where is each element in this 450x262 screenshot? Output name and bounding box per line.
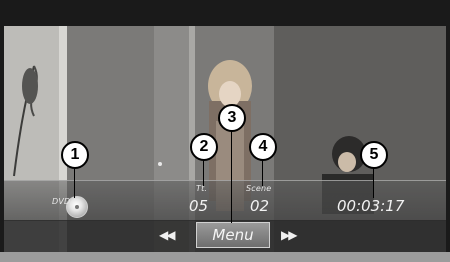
menu-button[interactable]: Menu (196, 222, 270, 248)
elapsed-time: 00:03:17 (337, 197, 405, 215)
bottom-strip (0, 252, 450, 262)
callout-5: 5 (360, 141, 388, 169)
screen-frame: DVD Tt. 05 Scene 02 00:03:17 ◀◀ Menu ▶▶ (0, 0, 450, 262)
callout-5-leader (373, 168, 374, 198)
callout-4: 4 (249, 133, 277, 161)
disc-type-label: DVD (52, 197, 71, 206)
callout-2: 2 (190, 133, 218, 161)
skip-forward-icon[interactable]: ▶▶ (281, 228, 298, 242)
callout-3-leader (231, 130, 232, 223)
callout-1: 1 (61, 141, 89, 169)
callout-2-leader (203, 160, 204, 186)
scene-label: Scene (246, 184, 272, 193)
callout-1-leader (74, 168, 75, 198)
callout-3: 3 (218, 104, 246, 132)
callout-4-leader (262, 160, 263, 186)
title-label: Tt. (196, 184, 208, 193)
scene-number: 02 (250, 197, 270, 215)
title-number: 05 (189, 197, 209, 215)
skip-back-icon[interactable]: ◀◀ (159, 228, 176, 242)
